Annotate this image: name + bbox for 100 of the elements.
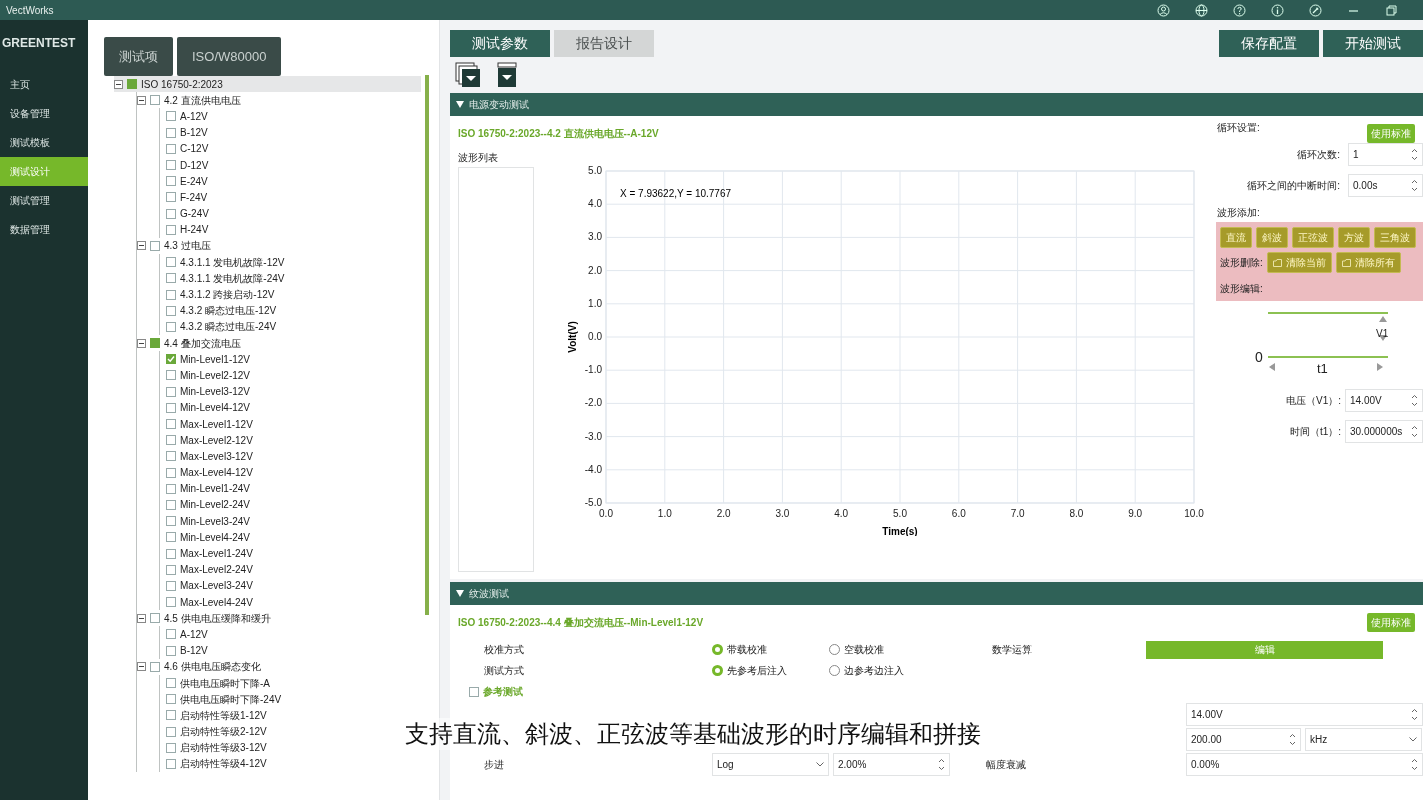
tree-item[interactable]: Min-Level4-24V [160, 529, 421, 546]
radio-button[interactable] [829, 665, 840, 676]
tree-item[interactable]: Max-Level2-24V [160, 561, 421, 578]
checkbox[interactable] [127, 79, 137, 90]
checkbox[interactable] [166, 402, 176, 413]
spinner-icon[interactable] [1411, 148, 1418, 161]
tree-item[interactable]: 启动特性等级4-12V [160, 755, 421, 773]
checkbox[interactable] [166, 176, 176, 187]
checkbox[interactable] [150, 95, 160, 106]
checkbox[interactable] [166, 758, 176, 769]
checkbox[interactable] [166, 532, 176, 543]
tree-item[interactable]: 供电电压瞬时下降-24V [160, 691, 421, 708]
tree-tab[interactable]: 测试项 [104, 37, 173, 76]
checkbox[interactable] [166, 354, 176, 365]
number-field[interactable]: 0.00% [1186, 753, 1423, 776]
checkbox[interactable] [166, 499, 176, 510]
tree-item[interactable]: B-12V [160, 642, 421, 659]
checkbox[interactable] [166, 386, 176, 397]
layers-dropdown-icon[interactable] [455, 62, 481, 88]
tree-item[interactable]: Max-Level4-24V [160, 594, 421, 611]
tree-item[interactable]: B-12V [160, 124, 421, 141]
checkbox[interactable] [166, 483, 176, 494]
sidebar-item[interactable]: 数据管理 [0, 215, 88, 244]
spinner-icon[interactable] [1411, 708, 1418, 721]
tree-item[interactable]: H-24V [160, 221, 421, 238]
collapse-icon[interactable] [137, 613, 146, 623]
checkbox[interactable] [166, 435, 176, 446]
checkbox[interactable] [469, 686, 479, 697]
dropdown-icon[interactable] [497, 62, 517, 88]
checkbox[interactable] [166, 645, 176, 656]
checkbox[interactable] [166, 305, 176, 316]
number-field[interactable]: 0.00s [1348, 174, 1423, 197]
checkbox[interactable] [166, 678, 176, 689]
checkbox[interactable] [150, 338, 160, 349]
tree-item[interactable]: Min-Level1-24V [160, 480, 421, 497]
sidebar-item[interactable]: 主页 [0, 70, 88, 99]
tree-item[interactable]: Min-Level2-12V [160, 367, 421, 384]
checkbox[interactable] [166, 742, 176, 753]
tree-item[interactable]: A-12V [160, 108, 421, 125]
spinner-icon[interactable] [1289, 733, 1296, 746]
checkbox[interactable] [150, 661, 160, 672]
checkbox[interactable] [166, 370, 176, 381]
tree-item[interactable]: F-24V [160, 189, 421, 206]
tree-item[interactable]: 4.3.1.2 跨接启动-12V [160, 286, 421, 303]
info-icon[interactable] [1271, 3, 1284, 17]
tree-item[interactable]: Max-Level1-12V [160, 415, 421, 433]
tree-item[interactable]: 4.3.1.1 发电机故障-12V [160, 254, 421, 271]
spinner-icon[interactable] [1411, 758, 1418, 771]
tree-item[interactable]: Min-Level4-12V [160, 399, 421, 416]
tree-item[interactable]: 4.4 叠加交流电压 [137, 335, 421, 352]
radio-button[interactable] [712, 644, 723, 655]
tree-item[interactable]: ISO 16750-2:2023 [114, 76, 421, 93]
checkbox[interactable] [166, 192, 176, 203]
spinner-icon[interactable] [1411, 179, 1418, 192]
tree-item[interactable]: Min-Level3-24V [160, 513, 421, 530]
tree-item[interactable]: 4.6 供电电压瞬态变化 [137, 658, 421, 675]
number-field[interactable]: 14.00V [1345, 389, 1423, 412]
spinner-icon[interactable] [1411, 394, 1418, 407]
tree-item[interactable]: 供电电压瞬时下降-A [160, 674, 421, 692]
tree-item[interactable]: Max-Level1-24V [160, 545, 421, 562]
checkbox[interactable] [166, 629, 176, 640]
user-icon[interactable] [1157, 3, 1170, 17]
collapse-icon[interactable] [114, 79, 123, 89]
tree-item[interactable]: Min-Level2-24V [160, 496, 421, 514]
action-button[interactable]: 开始测试 [1323, 30, 1423, 57]
checkbox[interactable] [166, 451, 176, 462]
tree-item[interactable]: D-12V [160, 156, 421, 174]
checkbox[interactable] [166, 224, 176, 235]
tree-item[interactable]: 4.3.1.1 发电机故障-24V [160, 270, 421, 287]
tree-item[interactable]: Max-Level2-12V [160, 432, 421, 449]
checkbox[interactable] [166, 127, 176, 138]
checkbox[interactable] [166, 419, 176, 430]
restore-icon[interactable] [1385, 3, 1398, 17]
tree-item[interactable]: 4.5 供电电压缓降和缓升 [137, 610, 421, 627]
checkbox[interactable] [166, 516, 176, 527]
tree-tab[interactable]: ISO/W80000 [177, 37, 282, 76]
tree-item[interactable]: Max-Level3-24V [160, 577, 421, 594]
tree-item[interactable]: E-24V [160, 173, 421, 190]
globe-icon[interactable] [1195, 3, 1208, 17]
checkbox[interactable] [150, 240, 160, 251]
spinner-icon[interactable] [938, 758, 945, 771]
tree-item[interactable]: C-12V [160, 140, 421, 157]
tree-item[interactable]: 4.3.2 瞬态过电压-24V [160, 318, 421, 335]
collapse-icon[interactable] [137, 95, 146, 105]
checkbox[interactable] [166, 289, 176, 300]
checkbox[interactable] [166, 467, 176, 478]
tree-item[interactable]: 4.3.2 瞬态过电压-12V [160, 302, 421, 319]
checkbox[interactable] [166, 580, 176, 591]
checkbox[interactable] [166, 597, 176, 608]
tab[interactable]: 报告设计 [554, 30, 654, 57]
checkbox[interactable] [166, 273, 176, 284]
checkbox[interactable] [166, 710, 176, 721]
tree-item[interactable]: 4.2 直流供电电压 [137, 92, 421, 109]
checkbox[interactable] [166, 694, 176, 705]
number-field[interactable]: 1 [1348, 143, 1423, 166]
checkbox[interactable] [166, 143, 176, 154]
number-field[interactable]: 2.00% [833, 753, 950, 776]
waveform-list[interactable] [458, 167, 534, 572]
help-icon[interactable] [1233, 3, 1246, 17]
radio-button[interactable] [829, 644, 840, 655]
